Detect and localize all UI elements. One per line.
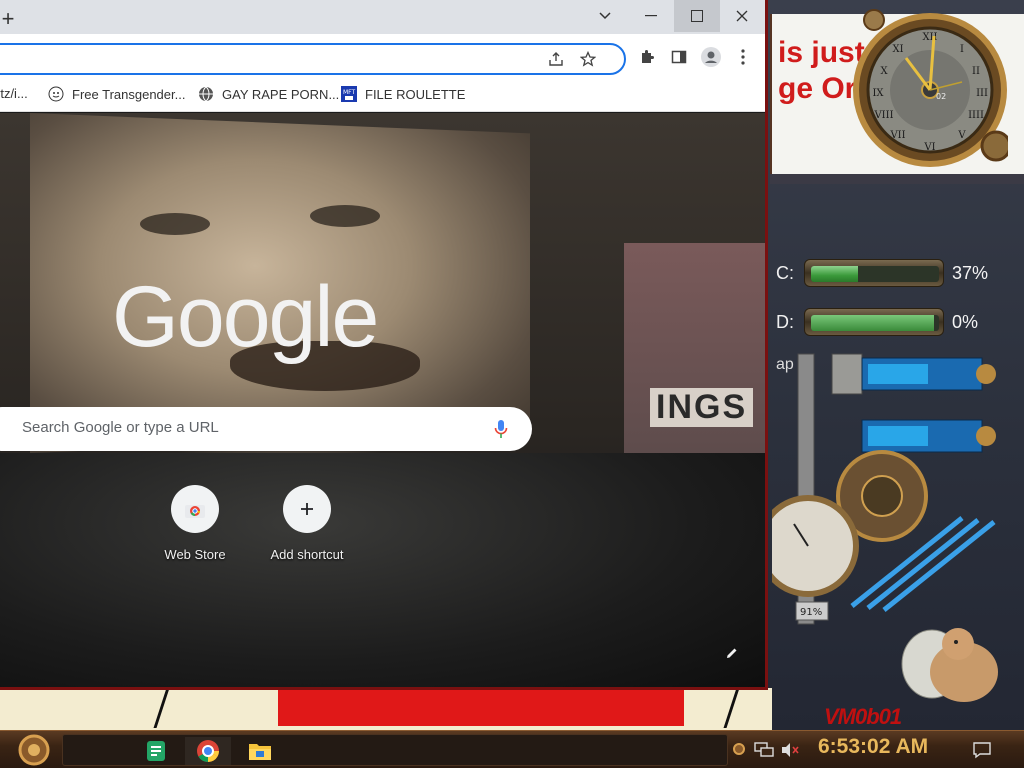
taskbar-clock[interactable]: 6:53:02 AM [818, 735, 928, 759]
svg-text:VIII: VIII [873, 110, 893, 121]
profile-button[interactable] [697, 43, 725, 71]
drive-percent: 0% [952, 312, 979, 332]
minimize-button[interactable] [628, 0, 674, 32]
drive-meter-c: C: 37% [774, 255, 1024, 291]
new-tab-button[interactable]: + [0, 6, 18, 32]
chrome-menu-button[interactable] [729, 43, 757, 71]
google-logo: Google [112, 269, 379, 365]
chevron-down-icon [599, 12, 611, 20]
ntp-search-box[interactable] [0, 407, 532, 451]
notification-icon[interactable] [972, 741, 992, 759]
svg-text:IIII: IIII [968, 110, 984, 121]
drive-letter: D: [776, 312, 794, 332]
ntp-background-sign [624, 243, 765, 483]
site-favicon-icon [48, 86, 64, 102]
start-button[interactable] [10, 732, 58, 768]
volume-muted-icon[interactable] [780, 741, 800, 759]
banner-divider [770, 174, 1024, 184]
drive-percent: 37% [952, 263, 989, 283]
bookmark-item[interactable]: rtz/i... [0, 86, 28, 101]
maximize-icon [691, 10, 703, 22]
shortcut-label: Add shortcut [270, 547, 344, 562]
share-button[interactable] [542, 45, 570, 73]
bookmark-label: FILE ROULETTE [365, 86, 466, 102]
window-titlebar: + [0, 0, 765, 34]
shortcut-label: Web Store [164, 547, 226, 562]
hamster-widget[interactable] [898, 620, 1002, 706]
chrome-icon [197, 740, 219, 762]
star-icon [580, 51, 596, 67]
chrome-web-store-icon [171, 485, 219, 533]
drive-bar [804, 259, 944, 287]
taskbar-app-chrome[interactable] [185, 737, 231, 765]
minimize-icon [645, 15, 657, 17]
drive-bar [804, 308, 944, 336]
drive-bar-fill [811, 315, 934, 331]
new-tab-page: INGS Google Web Store Add shortcut [0, 113, 765, 687]
svg-text:II: II [972, 66, 980, 77]
ntp-search-input[interactable] [22, 419, 462, 436]
bookmark-star-button[interactable] [574, 45, 602, 73]
browser-toolbar [0, 34, 765, 80]
svg-text:I: I [960, 44, 964, 55]
file-explorer-icon [249, 744, 271, 760]
clock-date-number: 02 [936, 92, 946, 101]
bookmark-item[interactable]: MFT FILE ROULETTE [341, 86, 465, 102]
svg-text:III: III [976, 88, 988, 99]
extensions-button[interactable] [633, 43, 661, 71]
address-bar[interactable] [0, 43, 626, 75]
shortcut-add[interactable]: Add shortcut [257, 485, 357, 562]
microphone-icon[interactable] [494, 419, 508, 439]
drive-meter-d: D: 0% [774, 304, 1024, 340]
shortcut-web-store[interactable]: Web Store [145, 485, 245, 562]
side-panel-icon [671, 50, 687, 64]
kebab-menu-icon [741, 49, 745, 65]
chrome-window: + tz/i... Free Transgender... GAY RAPE P… [0, 0, 768, 690]
bookmark-label: Free Transgender... [72, 86, 186, 102]
close-icon [736, 10, 748, 22]
desktop-logo-text: VM0b01 [824, 704, 902, 729]
bookmark-label: GAY RAPE PORN... [222, 86, 340, 102]
svg-text:X: X [880, 66, 888, 77]
bookmarks-bar: rtz/i... Free Transgender... GAY RAPE PO… [0, 80, 765, 112]
taskbar-app-sheets[interactable] [133, 737, 179, 765]
sheets-icon [147, 741, 165, 761]
steampunk-clock-widget[interactable]: XIIIII IIIIIIIV VIVIIVIII IXXXI 02 [850, 6, 1008, 170]
ntp-background-crowd [0, 453, 765, 687]
tab-search-button[interactable] [582, 0, 628, 32]
bookmark-item[interactable]: Free Transgender... [48, 86, 185, 102]
drive-letter: C: [776, 263, 794, 283]
bookmark-item[interactable]: GAY RAPE PORN... [198, 86, 339, 102]
tray-gear-icon[interactable] [732, 742, 746, 756]
drive-bar-fill [811, 266, 859, 282]
globe-icon [198, 86, 214, 102]
svg-text:IX: IX [872, 88, 884, 99]
puzzle-icon [642, 50, 654, 63]
taskbar-app-file-explorer[interactable] [237, 737, 283, 765]
gauge-readout: 91% [800, 607, 822, 618]
side-panel-button[interactable] [665, 43, 693, 71]
close-button[interactable] [719, 0, 765, 32]
taskbar-apps [62, 734, 728, 766]
svg-text:XI: XI [892, 44, 903, 55]
steampunk-gauge-widget[interactable]: 91% [772, 346, 1024, 636]
mft-favicon-icon: MFT [341, 86, 357, 102]
profile-avatar-icon [701, 47, 721, 67]
svg-text:MFT: MFT [343, 89, 356, 96]
network-icon[interactable] [754, 741, 774, 759]
desktop-comic-strip [0, 688, 772, 730]
steampunk-start-icon [18, 734, 50, 766]
svg-text:VII: VII [889, 130, 905, 141]
svg-text:V: V [957, 130, 966, 141]
pencil-icon [727, 648, 737, 658]
customize-chrome-button[interactable] [720, 641, 744, 665]
svg-text:VI: VI [923, 142, 935, 153]
maximize-button[interactable] [674, 0, 720, 32]
share-icon [549, 52, 563, 66]
bookmark-label: rtz/i... [0, 86, 28, 101]
address-input[interactable] [8, 51, 528, 67]
plus-icon [283, 485, 331, 533]
ntp-background-sign-text: INGS [650, 388, 754, 427]
